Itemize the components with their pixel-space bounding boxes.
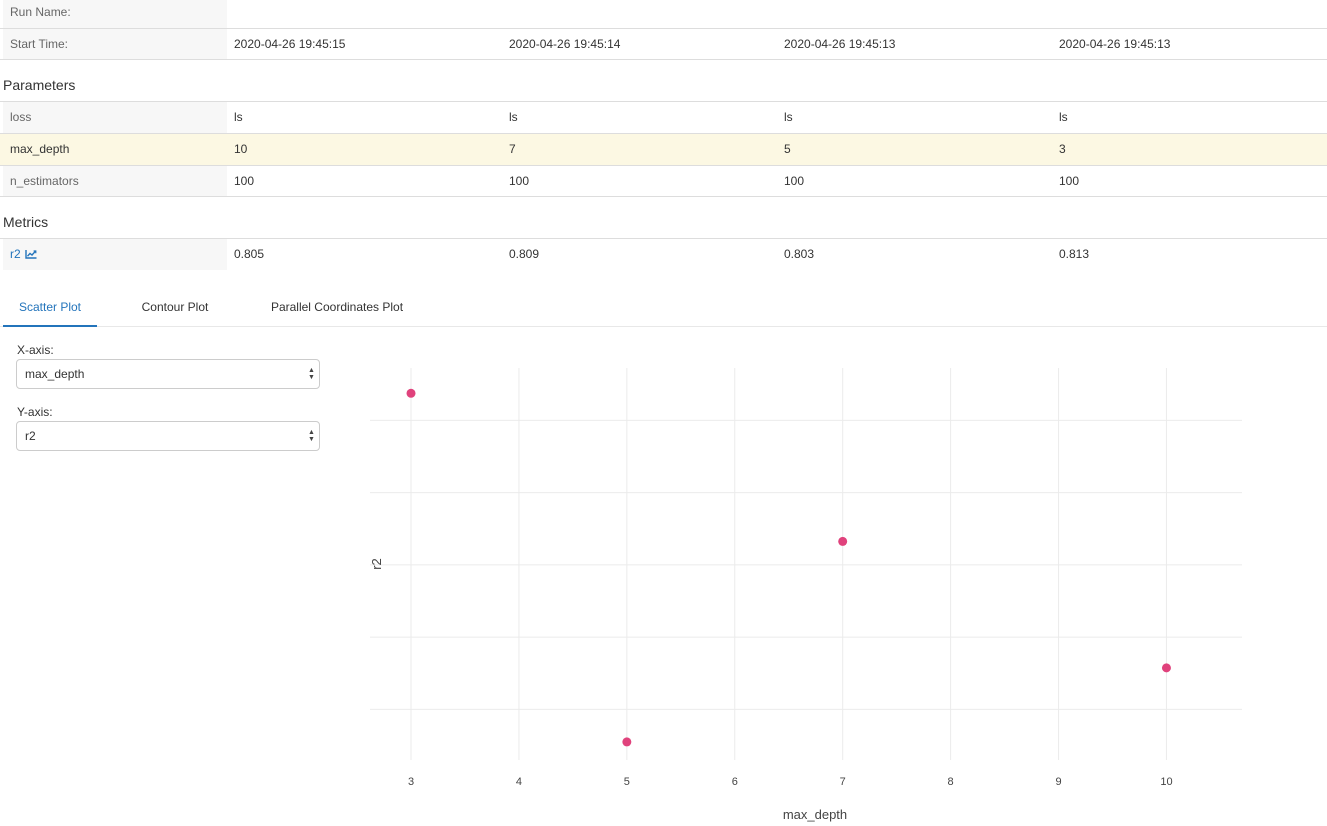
param-value: ls [1059,110,1068,124]
param-value: 100 [1059,174,1080,188]
select-arrows-icon: ▲ ▼ [308,429,315,443]
run-info-table: Run Name: Start Time: 2020-04-26 19:45:1… [0,0,1327,60]
param-value: 3 [1059,142,1066,156]
line-chart-icon[interactable] [24,249,37,259]
param-row-loss: loss ls ls ls ls [0,101,1327,133]
plot-tabs: Scatter Plot Contour Plot Parallel Coord… [0,288,1327,327]
metric-label[interactable]: r2 [10,247,21,261]
run-name-label: Run Name: [3,0,227,28]
param-row-n-estimators: n_estimators 100 100 100 100 [0,165,1327,197]
metric-value: 0.813 [1059,247,1090,261]
y-axis-selected-value: r2 [25,429,36,443]
param-label: loss [3,102,227,133]
y-axis-label: Y-axis: [17,405,53,419]
param-value: 100 [509,174,530,188]
metric-label-cell: r2 [3,239,227,270]
metrics-heading: Metrics [3,214,49,230]
scatter-point[interactable] [406,388,416,398]
scatter-point[interactable] [838,536,848,546]
x-axis-select[interactable]: max_depth ▲ ▼ [16,359,320,389]
metric-value: 0.803 [784,247,815,261]
parameters-table: loss ls ls ls ls max_depth 10 7 5 3 n_es… [0,101,1327,197]
x-axis-selected-value: max_depth [25,367,85,381]
x-tick-label: 9 [1055,776,1061,788]
tab-parallel-coordinates-plot[interactable]: Parallel Coordinates Plot [258,288,416,327]
scatter-point[interactable] [622,737,632,747]
param-value: 10 [234,142,248,156]
start-time-row: Start Time: 2020-04-26 19:45:15 2020-04-… [0,28,1327,60]
x-tick-label: 4 [516,776,522,788]
select-arrows-icon: ▲ ▼ [308,367,315,381]
run-name-row: Run Name: [0,0,1327,28]
x-tick-label: 5 [624,776,630,788]
metrics-table: r2 0.805 0.809 0.803 0.813 [0,238,1327,270]
param-label: n_estimators [3,166,227,196]
x-axis-title: max_depth [783,807,847,822]
x-tick-label: 8 [948,776,954,788]
x-tick-label: 3 [408,776,414,788]
metric-row-r2: r2 0.805 0.809 0.803 0.813 [0,238,1327,270]
start-time-value: 2020-04-26 19:45:13 [784,37,896,51]
x-tick-label: 7 [840,776,846,788]
y-axis-select[interactable]: r2 ▲ ▼ [16,421,320,451]
start-time-value: 2020-04-26 19:45:15 [234,37,346,51]
param-row-max-depth: max_depth 10 7 5 3 [0,133,1327,165]
x-tick-label: 10 [1160,776,1172,788]
x-tick-label: 6 [732,776,738,788]
metric-value: 0.805 [234,247,265,261]
x-axis-label: X-axis: [17,343,54,357]
parameters-heading: Parameters [3,77,76,93]
y-axis-title: r2 [369,558,384,570]
param-value: ls [234,110,243,124]
metric-value: 0.809 [509,247,540,261]
param-label: max_depth [3,134,227,165]
param-value: 7 [509,142,516,156]
tab-scatter-plot[interactable]: Scatter Plot [3,288,97,327]
start-time-value: 2020-04-26 19:45:14 [509,37,621,51]
start-time-value: 2020-04-26 19:45:13 [1059,37,1171,51]
start-time-label: Start Time: [3,29,227,59]
param-value: ls [509,110,518,124]
metric-r2-link[interactable]: r2 [10,247,37,261]
scatter-point[interactable] [1161,663,1171,673]
tab-contour-plot[interactable]: Contour Plot [130,288,220,327]
scatter-plot[interactable]: 3456789100.8040.8060.8080.810.812max_dep… [350,340,1310,826]
param-value: ls [784,110,793,124]
param-value: 100 [784,174,805,188]
param-value: 100 [234,174,255,188]
param-value: 5 [784,142,791,156]
